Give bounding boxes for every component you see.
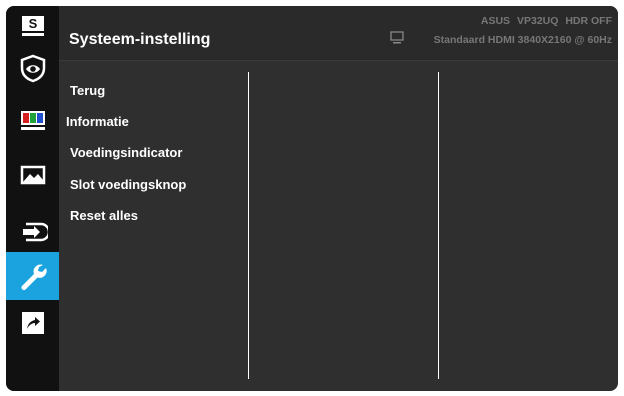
model-label: VP32UQ <box>516 15 559 27</box>
eye-icon <box>20 54 45 83</box>
wrench-icon <box>20 264 47 290</box>
menu-item-back[interactable]: Terug <box>70 83 105 98</box>
column-divider <box>438 72 439 379</box>
sidebar-item-splendid[interactable]: S <box>6 6 59 46</box>
page-title: Systeem-instelling <box>69 31 211 48</box>
sidebar-item-color[interactable] <box>6 100 59 142</box>
menu-item-power-indicator[interactable]: Voedingsindicator <box>70 145 182 160</box>
color-bars-icon <box>20 111 45 130</box>
brand-label: ASUS <box>480 15 511 27</box>
header: Systeem-instelling ASUS VP32UQ HDR OFF S… <box>59 6 618 61</box>
menu-item-reset-all[interactable]: Reset alles <box>70 208 138 223</box>
osd-menu: S Systeem-instelling ASUS VP32UQ HDR OFF… <box>6 6 618 391</box>
s-letter-icon: S <box>21 16 44 36</box>
menu-item-power-key-lock[interactable]: Slot voedingsknop <box>70 177 186 192</box>
input-arrow-icon <box>22 222 48 242</box>
sidebar: S <box>6 6 59 391</box>
sidebar-item-shortcut[interactable] <box>6 302 59 344</box>
svg-text:S: S <box>28 16 37 31</box>
model-info: ASUS VP32UQ HDR OFF <box>477 15 612 27</box>
sidebar-item-image[interactable] <box>6 154 59 196</box>
shortcut-arrow-icon <box>21 312 44 334</box>
sidebar-item-input-select[interactable] <box>6 211 59 253</box>
sidebar-item-system-setup[interactable] <box>6 252 59 300</box>
monitor-icon <box>390 31 404 44</box>
landscape-image-icon <box>20 165 45 185</box>
menu-item-information[interactable]: Informatie <box>66 114 129 129</box>
signal-info: Standaard HDMI 3840X2160 @ 60Hz <box>433 34 612 46</box>
hdr-status: HDR OFF <box>565 15 612 27</box>
column-divider <box>248 72 249 379</box>
sidebar-item-eye-care[interactable] <box>6 46 59 90</box>
